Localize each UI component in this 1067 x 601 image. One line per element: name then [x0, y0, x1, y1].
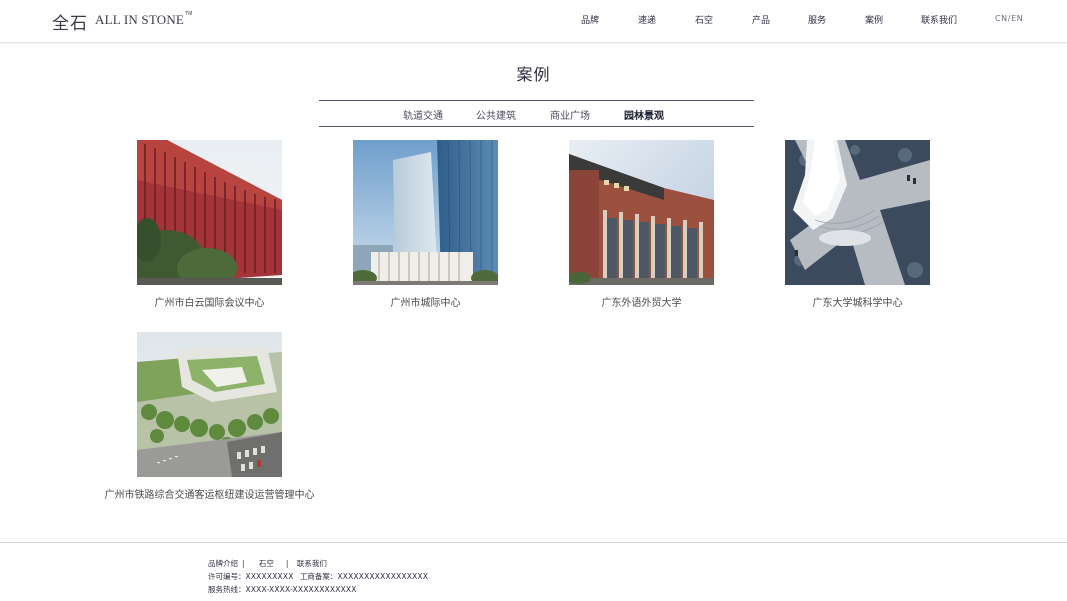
case-image-green-roof-complex-aerial	[137, 332, 282, 477]
tab-commercial-plaza[interactable]: 商业广场	[550, 107, 590, 122]
tab-public-buildings[interactable]: 公共建筑	[476, 107, 516, 122]
case-card[interactable]: 广州市铁路综合交通客运枢纽建设运营管理中心	[105, 332, 315, 501]
nav-item-services[interactable]: 服务	[808, 13, 826, 26]
case-image-glass-towers	[353, 140, 498, 285]
case-card[interactable]: 广东大学城科学中心	[785, 140, 930, 309]
case-card[interactable]: 广州市城际中心	[353, 140, 498, 309]
nav-item-brand[interactable]: 品牌	[581, 13, 599, 26]
nav-item-products[interactable]: 产品	[752, 13, 770, 26]
nav-item-contact[interactable]: 联系我们	[921, 13, 957, 26]
category-tabs: 轨道交通 公共建筑 商业广场 园林景观	[319, 100, 754, 127]
tab-landscape[interactable]: 园林景观	[624, 107, 664, 122]
site-header: 全石 ALL IN STONE TM 品牌 速递 石空 产品 服务 案例 联系我…	[0, 0, 1067, 43]
case-title: 广东大学城科学中心	[812, 298, 903, 309]
nav-item-cases[interactable]: 案例	[865, 13, 883, 26]
site-footer: 品牌介绍 | 石空 | 联系我们 许可编号：XXXXXXXXX 工商备案：XXXXX…	[0, 542, 1067, 601]
nav-item-express[interactable]: 速递	[638, 13, 656, 26]
footer-license-line: 许可编号：XXXXXXXXX 工商备案：XXXXXXXXXXXXXXXXX	[208, 571, 428, 582]
case-card[interactable]: 广东外语外贸大学	[569, 140, 714, 309]
page-title: 案例	[516, 65, 551, 84]
icp-label: 工商备案：	[299, 572, 338, 581]
icp-value: XXXXXXXXXXXXXXXXX	[337, 572, 429, 581]
footer-link-stone-space[interactable]: 石空	[259, 559, 274, 568]
case-image-university-building	[569, 140, 714, 285]
tab-rail-transit[interactable]: 轨道交通	[403, 107, 443, 122]
case-image-red-facade-building	[137, 140, 282, 285]
hotline-value: XXXX-XXXX-XXXXXXXXXXXX	[245, 585, 357, 594]
footer-links: 品牌介绍 | 石空 | 联系我们	[208, 558, 327, 569]
footer-separator: |	[285, 559, 289, 568]
license-label: 许可编号：	[208, 572, 246, 581]
language-switch[interactable]: CN/EN	[995, 14, 1023, 23]
footer-link-contact[interactable]: 联系我们	[297, 559, 327, 568]
license-value: XXXXXXXXX	[245, 572, 294, 581]
main-nav: 品牌 速递 石空 产品 服务 案例 联系我们	[0, 13, 1067, 27]
footer-separator: |	[242, 559, 245, 568]
case-card[interactable]: 广州市白云国际会议中心	[137, 140, 282, 309]
footer-hotline-line: 服务热线：XXXX-XXXX-XXXXXXXXXXXX	[208, 584, 357, 595]
hotline-label: 服务热线：	[208, 585, 246, 594]
footer-link-brand-intro[interactable]: 品牌介绍	[208, 559, 238, 568]
case-image-science-center-aerial	[785, 140, 930, 285]
case-title: 广州市铁路综合交通客运枢纽建设运营管理中心	[104, 490, 315, 501]
nav-item-stone-space[interactable]: 石空	[695, 13, 713, 26]
